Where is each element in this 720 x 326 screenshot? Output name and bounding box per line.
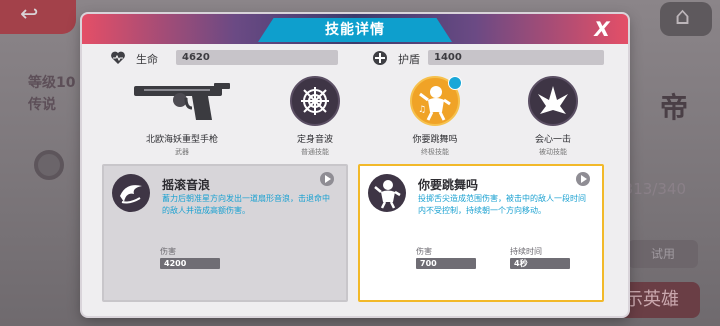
- skill-weapon[interactable]: 北欧海妖重型手枪 武器: [122, 76, 242, 157]
- background-level-text: 等级10 传说: [28, 72, 75, 116]
- skill-name: 定身音波: [296, 135, 333, 145]
- damage-label: 伤害: [160, 247, 176, 256]
- skill-ultimate[interactable]: ♫ 你要跳舞吗 终极技能: [380, 76, 490, 157]
- hp-value: 4620: [176, 50, 338, 65]
- shield-icon: [373, 51, 387, 65]
- dancing-figure-icon: ♫: [410, 76, 462, 126]
- skill-name: 会心一击: [534, 135, 571, 145]
- hp-label: 生命: [136, 53, 158, 66]
- skill-card-rock-wave[interactable]: 摇滚音浪 蓄力后朝准星方向发出一道扇形音浪，击退命中的敌人并造成高额伤害。 伤害…: [102, 164, 348, 302]
- damage-value: 700: [416, 258, 476, 269]
- crystal-burst-icon: [528, 76, 578, 126]
- background-level-label: 等级10: [28, 75, 76, 91]
- skill-type: 被动技能: [539, 148, 567, 156]
- damage-label: 伤害: [416, 247, 432, 256]
- pistol-icon: [122, 76, 242, 126]
- skill-type: 普通技能: [301, 148, 329, 156]
- ultimate-badge-icon: [448, 76, 462, 90]
- armor-stat: 护盾 1400: [372, 50, 606, 68]
- web-burst-icon: [290, 76, 340, 126]
- skill-normal[interactable]: 定身音波 普通技能: [260, 76, 370, 157]
- dancing-figure-icon: [368, 174, 406, 212]
- background-rank-label: 传说: [28, 97, 56, 113]
- play-video-button[interactable]: [576, 172, 590, 186]
- play-video-button[interactable]: [320, 172, 334, 186]
- card-description: 投掷舌尖造成范围伤害，被击中的敌人一段时间内不受控制，持续朝一个方向移动。: [418, 194, 586, 215]
- background-hero-title: 帝: [659, 91, 688, 124]
- heart-icon: [111, 51, 125, 64]
- skill-name: 你要跳舞吗: [412, 135, 458, 145]
- background-count: 313/340: [623, 180, 686, 198]
- modal-title: 技能详情: [325, 22, 385, 38]
- armor-value: 1400: [428, 50, 604, 65]
- close-button[interactable]: X: [588, 17, 616, 41]
- back-button[interactable]: [0, 0, 76, 34]
- card-title: 你要跳舞吗: [418, 178, 479, 192]
- armor-label: 护盾: [398, 53, 420, 66]
- svg-text:♫: ♫: [418, 105, 426, 115]
- skill-type: 武器: [175, 148, 189, 156]
- home-button[interactable]: [660, 2, 712, 36]
- hp-stat: 生命 4620: [110, 50, 340, 68]
- skill-card-dance[interactable]: 你要跳舞吗 投掷舌尖造成范围伤害，被击中的敌人一段时间内不受控制，持续朝一个方向…: [358, 164, 604, 302]
- background-circle-icon: [34, 150, 64, 180]
- card-description: 蓄力后朝准星方向发出一道扇形音浪，击退命中的敌人并造成高额伤害。: [162, 194, 330, 215]
- skill-type: 终极技能: [421, 148, 449, 156]
- duration-label: 持续时间: [510, 247, 542, 256]
- background-trial-button[interactable]: 试用: [628, 240, 698, 268]
- skill-name: 北欧海妖重型手枪: [145, 135, 218, 145]
- sound-wave-icon: [112, 174, 150, 212]
- skill-details-modal: 技能详情 X 生命 4620 护盾 1400 北欧海妖重型手枪 武器 定身音波 …: [82, 14, 628, 316]
- damage-value: 4200: [160, 258, 220, 269]
- card-title: 摇滚音浪: [162, 178, 211, 192]
- duration-value: 4秒: [510, 258, 570, 269]
- skill-passive[interactable]: 会心一击 被动技能: [498, 76, 608, 157]
